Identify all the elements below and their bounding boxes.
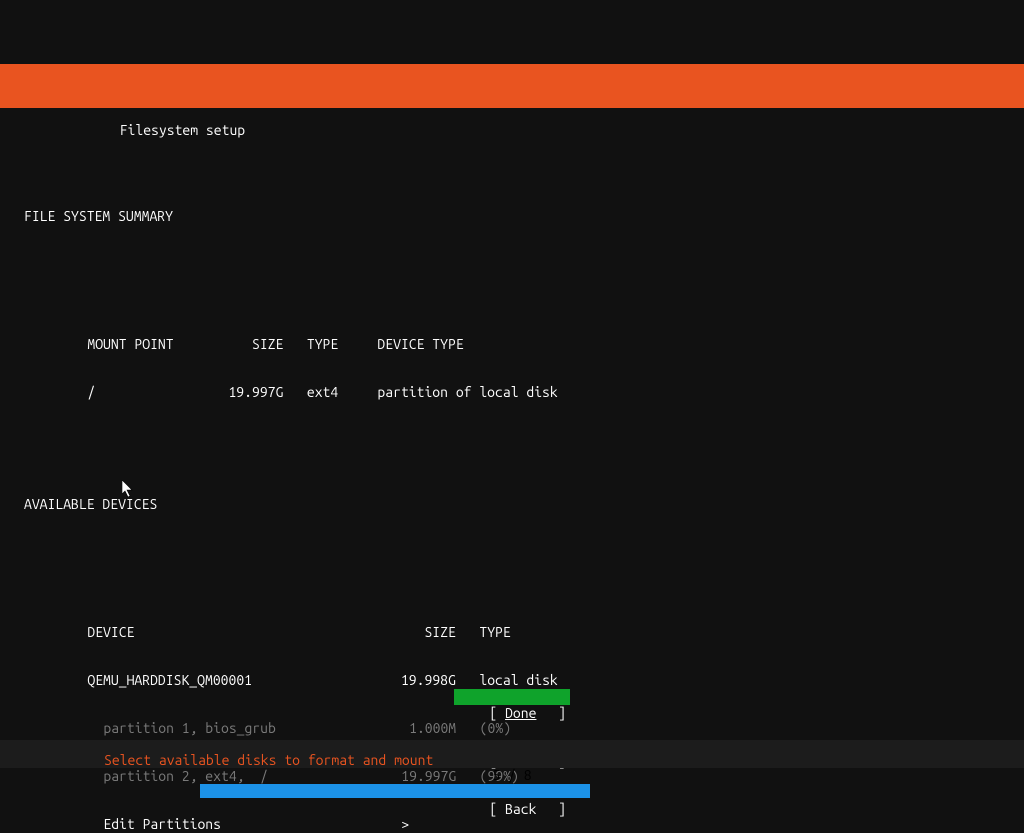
progress-bar: 5 / 8 [0, 720, 1024, 736]
col-device: DEVICE [87, 624, 401, 640]
progress-label: 5 / 8 [200, 768, 824, 782]
col-devtype: DEVICE TYPE [377, 336, 463, 352]
summary-devtype: partition of local disk [377, 384, 557, 400]
header-title: Filesystem setup [120, 122, 245, 138]
col-type: TYPE [307, 336, 378, 352]
chevron-right-icon: > [378, 816, 409, 832]
col-size: SIZE [221, 336, 307, 352]
status-help: Select available disks to format and mou… [104, 752, 433, 768]
summary-size: 19.997G [221, 384, 307, 400]
col-dtype: TYPE [479, 624, 510, 640]
summary-type: ext4 [307, 384, 378, 400]
done-button[interactable]: [ Done] [454, 689, 570, 705]
summary-heading: FILE SYSTEM SUMMARY [24, 208, 1024, 224]
edit-partitions-label: Edit Partitions [103, 816, 377, 832]
progress-fill [200, 784, 590, 798]
available-heading: AVAILABLE DEVICES [24, 496, 1024, 512]
device-header-row: DEVICESIZETYPE [24, 608, 1024, 624]
status-bar: Select available disks to format and mou… [0, 740, 1024, 768]
header-bar: Filesystem setup [0, 64, 1024, 108]
summary-header-row: MOUNT POINTSIZETYPEDEVICE TYPE [24, 320, 1024, 336]
back-label: Back [505, 801, 536, 817]
summary-row[interactable]: /19.997Gext4partition of local disk [24, 368, 1024, 384]
col-dsize: SIZE [401, 624, 479, 640]
summary-mount: / [87, 384, 220, 400]
done-label: Done [505, 705, 536, 721]
col-mount: MOUNT POINT [87, 336, 220, 352]
